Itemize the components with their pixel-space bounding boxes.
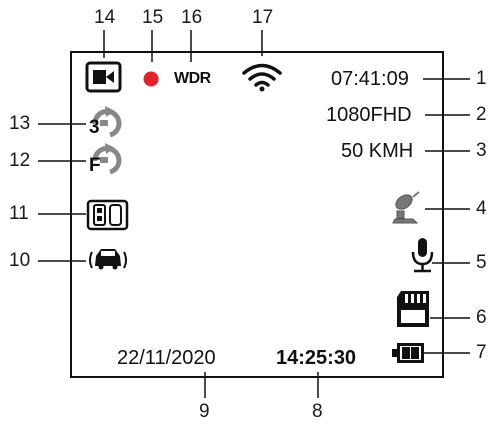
gps-satellite-icon xyxy=(392,191,420,224)
speed-display: 50 KMH xyxy=(341,140,414,162)
battery-icon xyxy=(392,343,424,363)
time-display: 07:41:09 xyxy=(331,68,409,90)
sd-card-icon xyxy=(397,291,429,327)
timestamp-display: 14:25:30 xyxy=(276,347,357,369)
wifi-icon xyxy=(242,63,282,87)
car-collision-icon xyxy=(89,249,127,270)
loop-recording-3-label: 3 xyxy=(89,117,100,138)
loop-recording-f-label: F xyxy=(89,155,101,176)
screen-icons xyxy=(85,61,434,363)
date-display: 22/11/2020 xyxy=(117,347,216,369)
wdr-label: WDR xyxy=(174,70,211,87)
video-camera-icon xyxy=(85,61,122,93)
parking-mode-icon xyxy=(86,199,129,231)
resolution-display: 1080FHD xyxy=(326,104,412,126)
record-dot-icon xyxy=(143,71,159,87)
microphone-icon xyxy=(411,238,434,273)
